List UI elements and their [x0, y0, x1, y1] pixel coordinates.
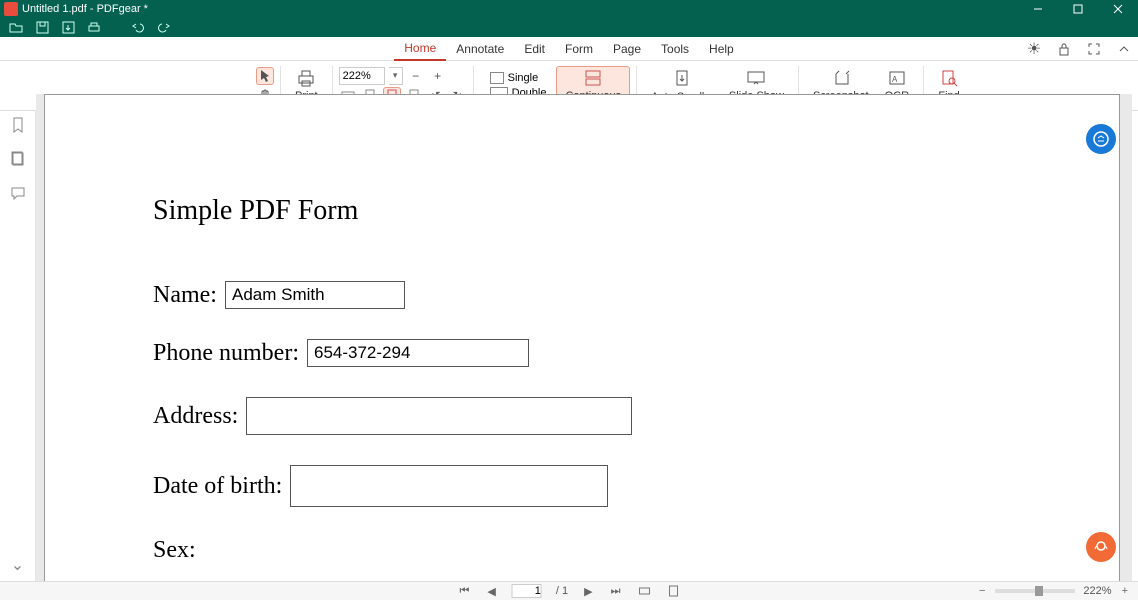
dob-label: Date of birth: — [153, 473, 282, 500]
fullscreen-icon[interactable] — [1086, 41, 1102, 57]
zoom-slider[interactable] — [995, 589, 1075, 593]
menu-tabs: Home Annotate Edit Form Page Tools Help … — [0, 37, 1138, 61]
app-icon — [4, 2, 18, 16]
next-page-icon[interactable]: ▶ — [582, 585, 594, 598]
close-button[interactable] — [1098, 0, 1138, 17]
title-bar: Untitled 1.pdf - PDFgear * — [0, 0, 1138, 17]
document-viewport[interactable]: Simple PDF Form Name: Phone number: Addr… — [36, 94, 1132, 581]
svg-text:A: A — [892, 75, 898, 84]
phone-field[interactable] — [307, 339, 529, 367]
zoom-status-label: 222% — [1083, 585, 1111, 597]
single-label: Single — [508, 72, 539, 84]
form-heading: Simple PDF Form — [153, 195, 1019, 227]
zoom-out-status-icon[interactable]: − — [977, 585, 987, 597]
open-icon[interactable] — [8, 19, 24, 35]
minimize-button[interactable] — [1018, 0, 1058, 17]
nav-fit-page-icon[interactable] — [666, 585, 680, 597]
tab-form[interactable]: Form — [555, 39, 603, 60]
save-icon[interactable] — [34, 19, 50, 35]
tab-page[interactable]: Page — [603, 39, 651, 60]
zoom-out-icon[interactable]: − — [407, 67, 425, 85]
undo-icon[interactable] — [130, 19, 146, 35]
name-label: Name: — [153, 282, 217, 309]
page-number-input[interactable] — [512, 584, 542, 598]
zoom-in-status-icon[interactable]: + — [1120, 585, 1130, 597]
name-field[interactable] — [225, 281, 405, 309]
thumbnails-icon[interactable] — [8, 149, 28, 169]
redo-icon[interactable] — [156, 19, 172, 35]
theme-icon[interactable]: ☀ — [1026, 41, 1042, 57]
address-field[interactable] — [246, 397, 632, 435]
sidebar-collapse-icon[interactable]: ⌄ — [11, 555, 24, 575]
prev-page-icon[interactable]: ◀ — [485, 585, 497, 598]
print-quick-icon[interactable] — [86, 19, 102, 35]
dob-field[interactable] — [290, 465, 608, 507]
window-title: Untitled 1.pdf - PDFgear * — [22, 3, 148, 15]
tab-annotate[interactable]: Annotate — [446, 39, 514, 60]
bookmark-icon[interactable] — [8, 115, 28, 135]
status-bar: ⏮ ◀ / 1 ▶ ⏭ − 222% + — [0, 581, 1138, 600]
tab-help[interactable]: Help — [699, 39, 744, 60]
lock-icon[interactable] — [1056, 41, 1072, 57]
left-sidebar: ⌄ — [0, 111, 36, 581]
address-label: Address: — [153, 403, 238, 430]
zoom-dropdown-icon[interactable]: ▾ — [389, 67, 403, 85]
comments-icon[interactable] — [8, 183, 28, 203]
zoom-in-icon[interactable]: + — [429, 67, 447, 85]
page-total-label: / 1 — [556, 585, 568, 597]
save-as-icon[interactable] — [60, 19, 76, 35]
collapse-ribbon-icon[interactable] — [1116, 41, 1132, 57]
quick-access-bar — [0, 17, 1138, 37]
zoom-input[interactable] — [339, 67, 385, 85]
nav-fit-width-icon[interactable] — [636, 585, 652, 597]
tab-home[interactable]: Home — [394, 38, 446, 61]
view-single-button[interactable]: Single — [484, 71, 553, 85]
sex-label: Sex: — [153, 537, 1019, 564]
maximize-button[interactable] — [1058, 0, 1098, 17]
pdf-page: Simple PDF Form Name: Phone number: Addr… — [44, 94, 1120, 581]
tab-edit[interactable]: Edit — [514, 39, 555, 60]
select-tool-icon[interactable] — [256, 67, 274, 85]
last-page-icon[interactable]: ⏭ — [609, 585, 623, 598]
tab-tools[interactable]: Tools — [651, 39, 699, 60]
support-button[interactable] — [1086, 532, 1116, 562]
phone-label: Phone number: — [153, 340, 299, 367]
first-page-icon[interactable]: ⏮ — [458, 585, 472, 598]
ai-assistant-button[interactable] — [1086, 124, 1116, 154]
